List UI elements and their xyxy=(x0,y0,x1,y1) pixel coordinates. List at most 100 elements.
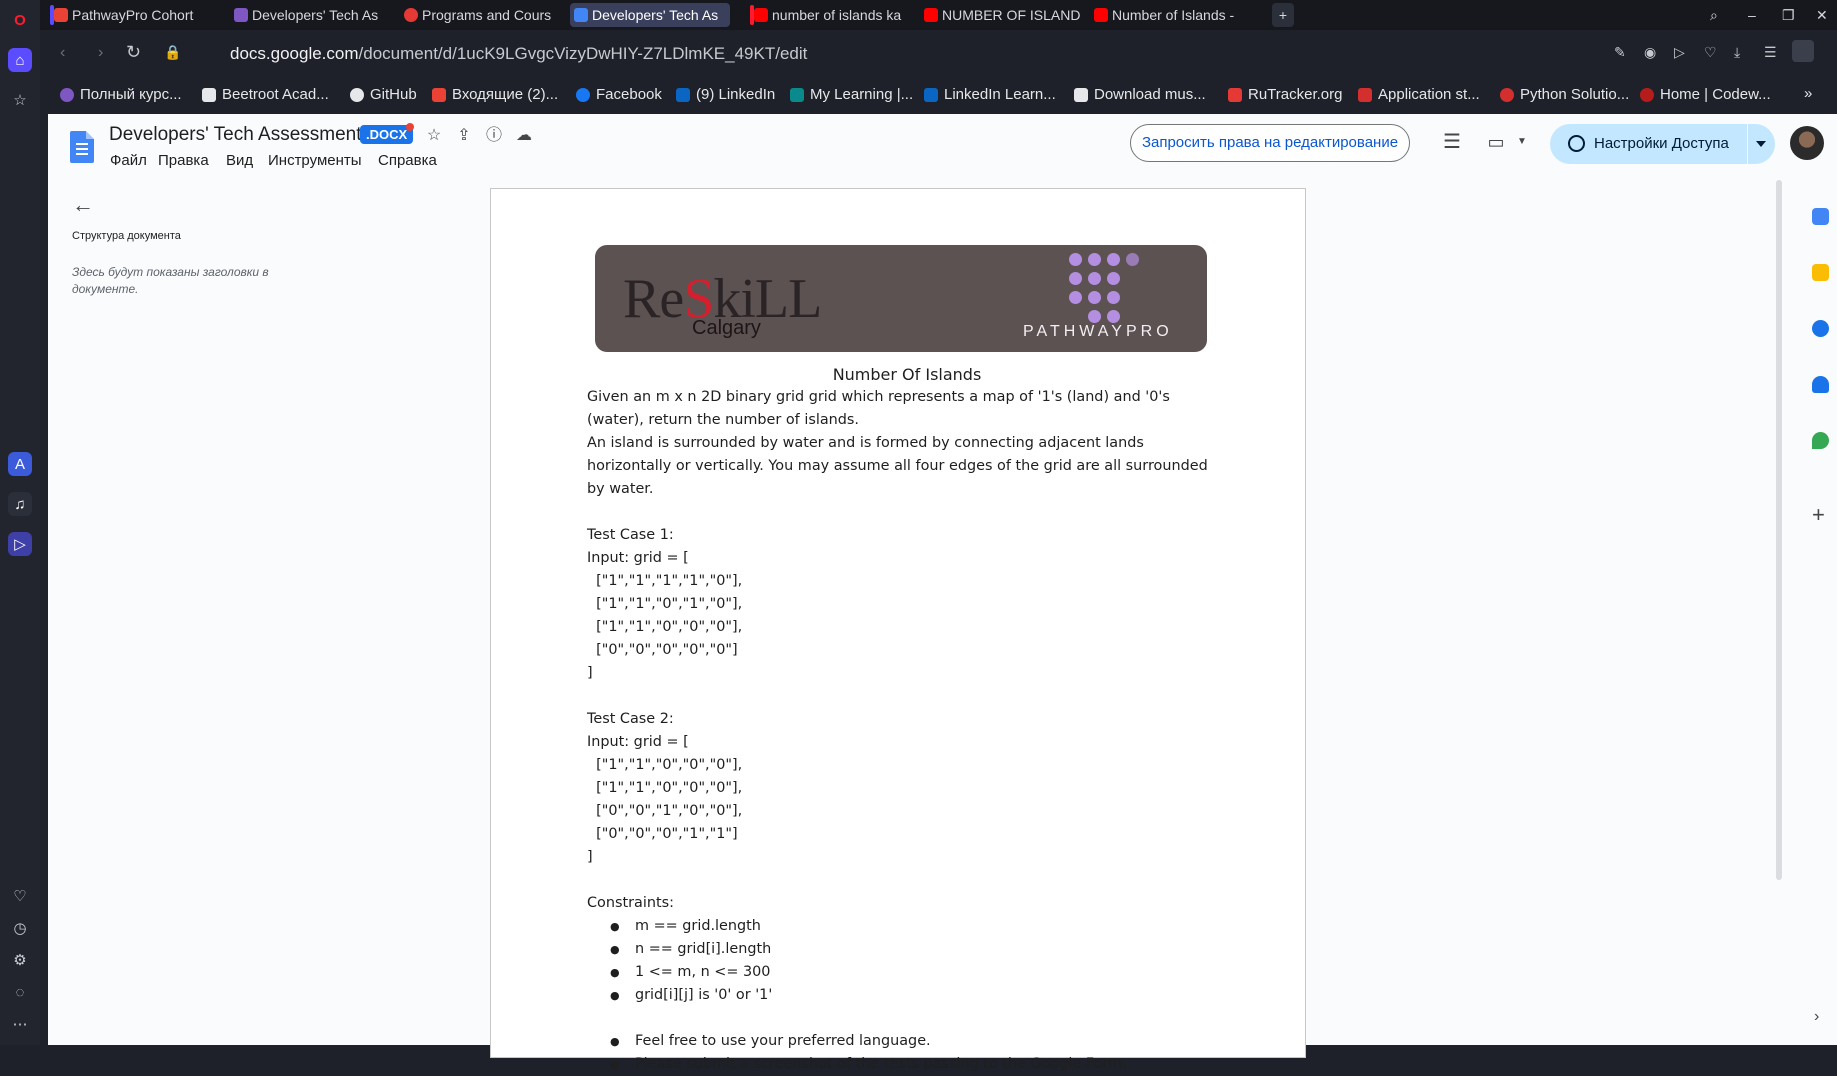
bookmark-item[interactable]: Beetroot Acad... xyxy=(202,85,329,105)
aria-icon[interactable]: A xyxy=(8,452,32,476)
bookmark-item[interactable]: Home | Codew... xyxy=(1640,85,1771,105)
new-tab-button[interactable]: + xyxy=(1272,3,1294,27)
download-icon[interactable]: ⤓ xyxy=(1734,44,1740,61)
back-arrow-icon[interactable]: ← xyxy=(72,192,94,218)
opera-logo-icon[interactable]: O xyxy=(8,8,32,32)
tab-label: number of islands ka xyxy=(772,7,902,23)
cloud-status-icon[interactable]: ☁ xyxy=(514,126,534,146)
scrollbar[interactable] xyxy=(1776,180,1782,880)
request-edit-button[interactable]: Запросить права на редактирование xyxy=(1130,124,1410,162)
maps-icon[interactable] xyxy=(1812,432,1829,449)
bookmark-label: Home | Codew... xyxy=(1660,86,1771,103)
codewars-icon xyxy=(1640,88,1654,102)
grid-row: ["0","0","0","0","0"] xyxy=(587,642,738,658)
tab-3-active[interactable]: Developers' Tech As xyxy=(570,3,730,27)
docs-header: Developers' Tech Assessment .DOCX ☆ ⇪ ⓘ … xyxy=(48,114,1837,180)
forward-icon[interactable]: › xyxy=(98,44,103,62)
bookmark-item[interactable]: My Learning |... xyxy=(790,85,913,105)
tab-5[interactable]: NUMBER OF ISLAND xyxy=(920,3,1080,27)
bookmark-label: Полный курс... xyxy=(80,86,182,103)
tab-4[interactable]: number of islands ka xyxy=(750,3,910,27)
minimize-icon[interactable]: – xyxy=(1748,3,1768,27)
bookmark-item[interactable]: Application st... xyxy=(1358,85,1480,105)
menu-edit[interactable]: Правка xyxy=(158,152,209,169)
avatar[interactable] xyxy=(1790,126,1824,160)
notification-dot xyxy=(406,123,414,131)
docs-logo-icon[interactable] xyxy=(70,131,94,163)
menu-tools[interactable]: Инструменты xyxy=(268,152,362,169)
menu-icon[interactable]: ☰ xyxy=(1764,44,1777,61)
keep-icon[interactable] xyxy=(1812,264,1829,281)
document-page[interactable]: ReSkiLL Calgary PATHWAYPRO Number Of Isl… xyxy=(490,188,1306,1076)
tab-label: Developers' Tech As xyxy=(252,7,379,23)
tasks-icon[interactable] xyxy=(1812,320,1829,337)
maximize-icon[interactable]: ❐ xyxy=(1782,3,1802,27)
heart-icon[interactable]: ♡ xyxy=(8,884,32,908)
expand-panel-icon[interactable]: › xyxy=(1814,1008,1819,1026)
comments-icon[interactable]: ☰ xyxy=(1442,132,1462,152)
meet-icon[interactable]: ▭ xyxy=(1486,132,1506,152)
tab-2[interactable]: Programs and Cours xyxy=(400,3,560,27)
reload-icon[interactable]: ↻ xyxy=(126,42,141,63)
bookmark-item[interactable]: Входящие (2)... xyxy=(432,85,558,105)
bookmark-label: Beetroot Acad... xyxy=(222,86,329,103)
profile-icon[interactable] xyxy=(1792,40,1814,62)
bookmark-icon xyxy=(60,88,74,102)
share-button[interactable]: Настройки Доступа xyxy=(1550,124,1775,164)
list-item: grid[i][j] is '0' or '1' xyxy=(587,984,1227,1007)
star-icon[interactable]: ☆ xyxy=(424,126,444,146)
document-title[interactable]: Developers' Tech Assessment xyxy=(109,124,362,146)
grid-close: ] xyxy=(587,665,593,681)
url-field[interactable]: docs.google.com/document/d/1ucK9LGvgcViz… xyxy=(230,44,807,64)
address-bar-row: ‹ › ↻ 🔒 docs.google.com/document/d/1ucK9… xyxy=(40,30,1837,82)
tab-0[interactable]: PathwayPro Cohort xyxy=(50,3,220,27)
bookmark-item[interactable]: RuTracker.org xyxy=(1228,85,1342,105)
bookmark-item[interactable]: Download mus... xyxy=(1074,85,1206,105)
music-player-icon[interactable]: ♫ xyxy=(8,492,32,516)
browser-sidebar: O ⌂ ☆ A ♫ ▷ ♡ ◷ ⚙ ◌ ⋯ xyxy=(0,0,40,1045)
close-window-icon[interactable]: ✕ xyxy=(1816,3,1836,27)
info-icon[interactable]: ⓘ xyxy=(484,126,504,146)
bookmark-item[interactable]: Python Solutio... xyxy=(1500,85,1629,105)
heart-icon[interactable]: ♡ xyxy=(1704,44,1717,61)
grid-row: ["1","1","0","0","0"], xyxy=(587,757,743,773)
tab-6[interactable]: Number of Islands - xyxy=(1090,3,1250,27)
player-icon[interactable]: ▷ xyxy=(8,532,32,556)
calendar-icon[interactable] xyxy=(1812,208,1829,225)
send-icon[interactable]: ▷ xyxy=(1674,44,1685,61)
grid-row: ["1","1","0","0","0"], xyxy=(587,619,743,635)
outline-title: Структура документа xyxy=(72,230,181,242)
menu-help[interactable]: Справка xyxy=(378,152,437,169)
menu-view[interactable]: Вид xyxy=(226,152,253,169)
more-icon[interactable]: ⋯ xyxy=(8,1012,32,1036)
bookmark-item[interactable]: (9) LinkedIn xyxy=(676,85,775,105)
globe-icon xyxy=(1568,135,1585,152)
more-bookmarks-icon[interactable]: » xyxy=(1804,85,1812,102)
camera-icon[interactable]: ◉ xyxy=(1644,44,1656,61)
settings-icon[interactable]: ⚙ xyxy=(8,948,32,972)
contacts-icon[interactable] xyxy=(1812,376,1829,393)
share-dropdown-icon[interactable] xyxy=(1756,141,1766,147)
back-icon[interactable]: ‹ xyxy=(60,44,65,62)
home-icon[interactable]: ⌂ xyxy=(8,48,32,72)
menu-file[interactable]: Файл xyxy=(110,152,147,169)
speed-dial-icon[interactable]: ☆ xyxy=(8,88,32,112)
edit-icon[interactable]: ✎ xyxy=(1614,44,1626,61)
bookmark-item[interactable]: GitHub xyxy=(350,85,417,105)
add-addon-icon[interactable]: + xyxy=(1812,502,1825,528)
docs-icon xyxy=(574,8,588,22)
test-case-2-title: Test Case 2: xyxy=(587,711,674,727)
history-icon[interactable]: ◷ xyxy=(8,916,32,940)
lock-icon[interactable]: 🔒 xyxy=(164,44,181,61)
search-tabs-icon[interactable]: ⌕ xyxy=(1710,3,1730,27)
move-to-drive-icon[interactable]: ⇪ xyxy=(454,126,474,146)
github-icon xyxy=(350,88,364,102)
bookmark-item[interactable]: Полный курс... xyxy=(60,85,182,105)
lightbulb-icon[interactable]: ◌ xyxy=(8,980,32,1004)
bookmark-item[interactable]: Facebook xyxy=(576,85,662,105)
tab-1[interactable]: Developers' Tech As xyxy=(230,3,390,27)
chevron-down-icon[interactable]: ▼ xyxy=(1512,132,1532,152)
bookmark-item[interactable]: LinkedIn Learn... xyxy=(924,85,1056,105)
list-item: Please submit a screenshot of the tests … xyxy=(587,1053,1227,1076)
youtube-icon xyxy=(924,8,938,22)
